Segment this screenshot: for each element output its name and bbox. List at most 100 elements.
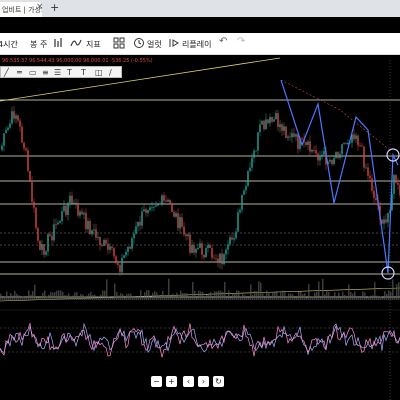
- candle-body: [211, 248, 213, 258]
- rectangle-icon[interactable]: ▭: [29, 68, 37, 77]
- zoom-out-button[interactable]: −: [151, 376, 162, 387]
- chart-style-icon[interactable]: [52, 37, 64, 49]
- volume-bar: [20, 297, 22, 300]
- alert-icon[interactable]: [133, 37, 145, 49]
- text-icon[interactable]: T: [67, 68, 72, 77]
- candle-body: [47, 234, 49, 252]
- volume-bar: [164, 295, 166, 300]
- volume-bar: [230, 297, 232, 300]
- candle-body: [125, 251, 127, 256]
- redo-icon[interactable]: ↷: [237, 36, 245, 47]
- volume-bar: [118, 295, 120, 300]
- candle-body: [251, 157, 253, 168]
- volume-bar: [242, 293, 244, 300]
- candle-body: [371, 178, 373, 191]
- volume-bar: [198, 290, 200, 300]
- candlestick-chart[interactable]: [0, 56, 400, 400]
- candle-body: [291, 133, 293, 138]
- volume-bar: [106, 279, 108, 300]
- candle-body: [235, 231, 237, 239]
- candle-body: [359, 145, 361, 147]
- volume-bar: [366, 297, 368, 300]
- candle-body: [365, 167, 367, 169]
- candle-body: [155, 205, 157, 207]
- volume-bar: [396, 284, 398, 300]
- volume-bar: [216, 291, 218, 300]
- channel-icon[interactable]: ≡: [42, 68, 49, 77]
- candle-body: [233, 238, 235, 240]
- volume-bar: [226, 297, 228, 300]
- volume-bar: [92, 294, 94, 300]
- price-chart-area[interactable]: [0, 56, 400, 400]
- volume-bar: [280, 292, 282, 300]
- undo-icon[interactable]: ↶: [219, 36, 227, 47]
- replay-button[interactable]: 리플레이: [182, 39, 211, 50]
- volume-bar: [360, 297, 362, 300]
- layout-icon[interactable]: [113, 37, 125, 49]
- candle-body: [225, 249, 227, 255]
- volume-bar: [294, 297, 296, 300]
- zoom-in-button[interactable]: +: [166, 376, 177, 387]
- chart-type-button[interactable]: 봉: [30, 39, 37, 50]
- candle-body: [57, 222, 59, 225]
- indicators-button[interactable]: 지표: [86, 39, 101, 50]
- volume-bar: [178, 296, 180, 300]
- candle-body: [49, 234, 51, 236]
- new-tab-icon[interactable]: +: [50, 1, 59, 14]
- candle-body: [165, 200, 167, 202]
- candle-body: [333, 158, 335, 165]
- volume-bar: [212, 297, 214, 300]
- alerts-button[interactable]: 얼럿: [147, 39, 162, 50]
- candle-body: [17, 115, 19, 121]
- candle-body: [103, 239, 105, 246]
- candle-body: [249, 167, 251, 172]
- volume-bar: [16, 293, 18, 300]
- volume-bar: [382, 297, 384, 300]
- drawing-mode-button[interactable]: 주: [40, 39, 47, 50]
- indicators-icon[interactable]: [70, 37, 82, 49]
- candle-body: [61, 211, 63, 222]
- candle-body: [207, 245, 209, 249]
- interval-button[interactable]: 4시간: [0, 39, 18, 50]
- candle-body: [163, 195, 165, 201]
- candle-body: [203, 254, 205, 258]
- volume-bar: [348, 284, 350, 300]
- volume-bar: [138, 296, 140, 300]
- candle-body: [273, 119, 275, 122]
- brush-icon[interactable]: ∕: [109, 68, 112, 77]
- replay-icon[interactable]: [168, 37, 180, 49]
- candle-body: [107, 243, 109, 250]
- candle-body: [313, 150, 315, 151]
- candle-body: [353, 134, 355, 140]
- candle-body: [101, 245, 103, 246]
- volume-bar: [292, 294, 294, 300]
- ruler-icon[interactable]: ◫: [95, 68, 103, 77]
- fibonacci-icon[interactable]: ☰: [54, 68, 61, 77]
- candle-body: [367, 167, 369, 176]
- candle-body: [293, 133, 295, 137]
- scroll-right-button[interactable]: ›: [198, 376, 209, 387]
- volume-bar: [76, 292, 78, 300]
- volume-bar: [62, 291, 64, 300]
- reset-chart-button[interactable]: ↻: [213, 376, 224, 387]
- candle-body: [77, 202, 79, 216]
- candle-body: [157, 204, 159, 206]
- volume-bar: [152, 292, 154, 300]
- volume-bar: [162, 291, 164, 300]
- volume-bar: [156, 292, 158, 300]
- volume-bar: [284, 292, 286, 300]
- trendline-icon[interactable]: ╱: [4, 68, 9, 77]
- candle-body: [65, 205, 67, 216]
- volume-bar: [254, 290, 256, 300]
- horizontal-line-icon[interactable]: ═: [17, 68, 22, 77]
- volume-bar: [44, 290, 46, 300]
- scroll-left-button[interactable]: ‹: [183, 376, 194, 387]
- tab-close-icon[interactable]: ×: [36, 2, 44, 12]
- volume-bar: [374, 281, 376, 300]
- candle-body: [93, 229, 95, 231]
- volume-bar: [246, 297, 248, 300]
- candle-body: [99, 237, 101, 246]
- volume-bar: [344, 294, 346, 300]
- text-alt-icon[interactable]: T: [81, 68, 86, 77]
- volume-bar: [316, 291, 318, 300]
